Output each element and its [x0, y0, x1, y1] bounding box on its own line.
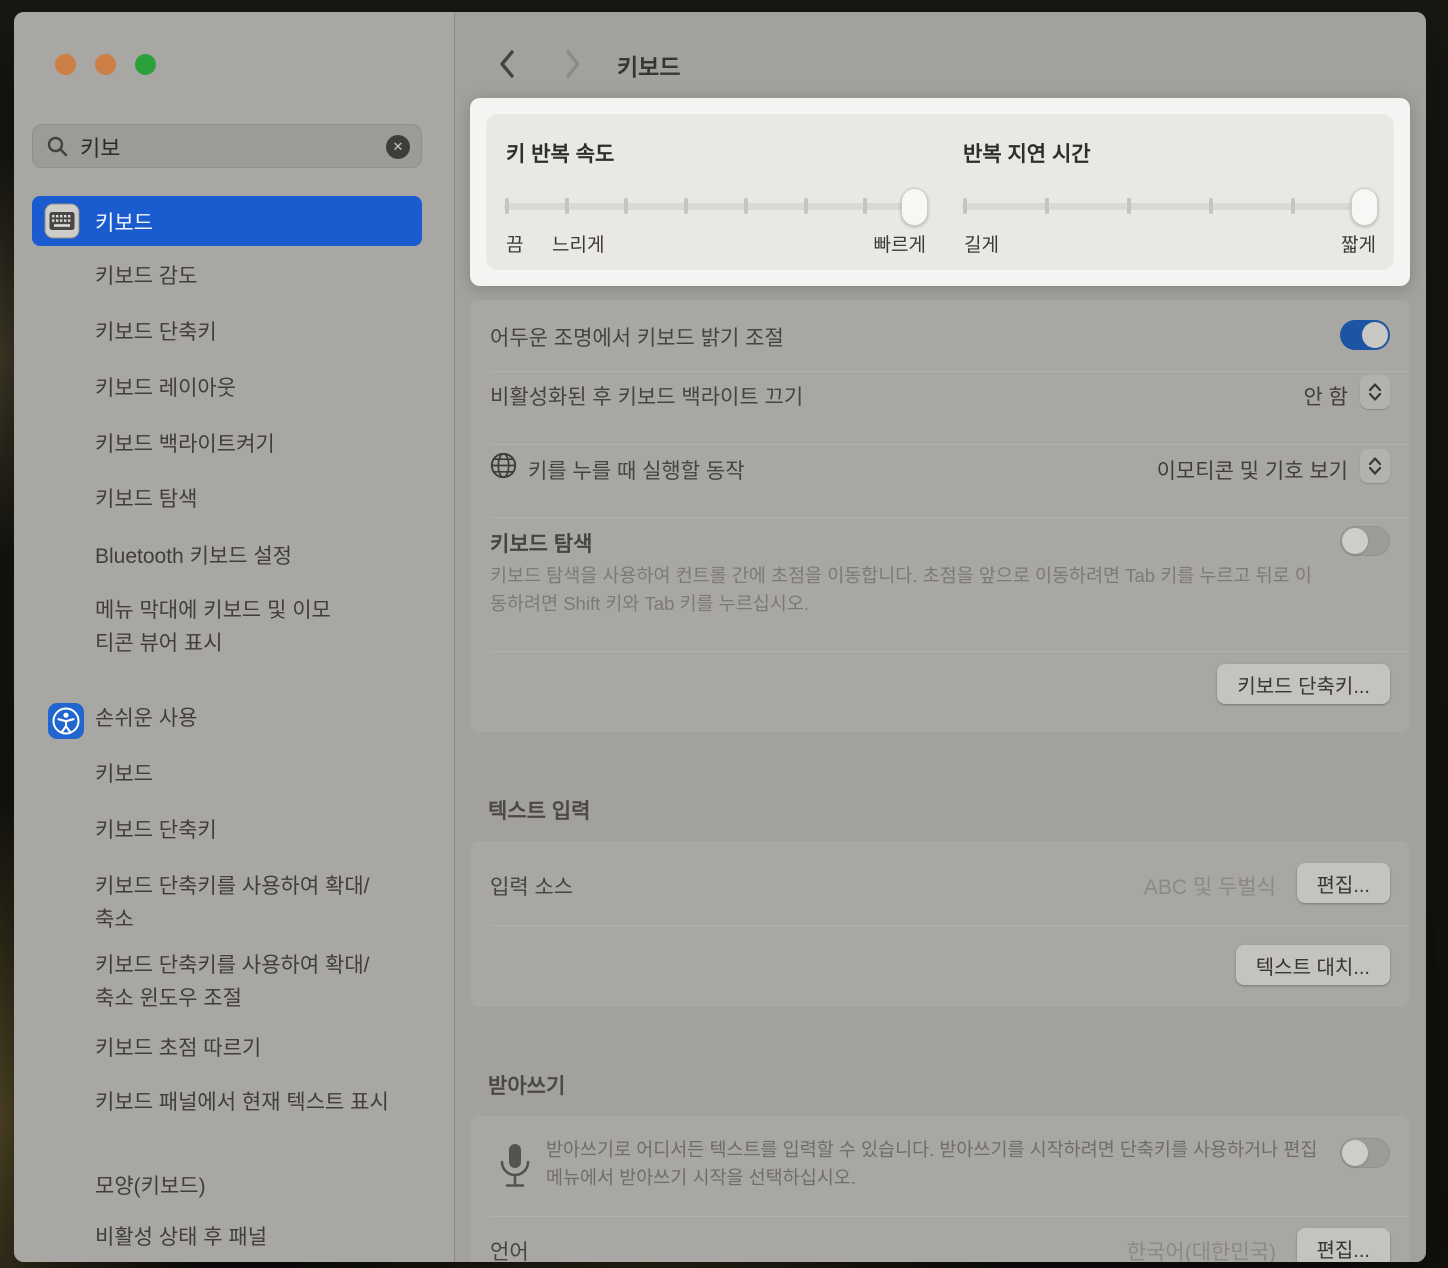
keyboard-nav-label: 키보드 탐색 [490, 528, 592, 558]
text-input-section-title: 텍스트 입력 [488, 795, 590, 825]
sidebar-item-menubar-viewer[interactable]: 메뉴 막대에 키보드 및 이모티콘 뷰어 표시 [95, 594, 341, 660]
keyboard-nav-toggle[interactable] [1340, 526, 1390, 556]
sidebar-item-a11y-zoom-shortcuts[interactable]: 키보드 단축키를 사용하여 확대/축소 [95, 870, 381, 936]
microphone-icon [498, 1142, 532, 1190]
key-repeat-slider-handle[interactable] [901, 188, 928, 226]
key-repeat-card: 키 반복 속도 끔 느리게 빠르게 반복 지연 시간 [486, 114, 1394, 270]
dictation-language-value: 한국어(대한민국) [1127, 1236, 1276, 1262]
key-repeat-slider[interactable] [504, 188, 928, 226]
key-repeat-panel: 키 반복 속도 끔 느리게 빠르게 반복 지연 시간 [470, 98, 1410, 286]
sidebar-item-a11y-inactive-panel[interactable]: 비활성 상태 후 패널 [95, 1224, 267, 1252]
dictation-card: 받아쓰기로 어디서든 텍스트를 입력할 수 있습니다. 받아쓰기를 시작하려면 … [470, 1116, 1410, 1262]
keyboard-shortcuts-button[interactable]: 키보드 단축키... [1217, 664, 1390, 704]
keyboard-icon [44, 203, 80, 239]
input-source-label: 입력 소스 [490, 871, 573, 901]
input-source-edit-button[interactable]: 편집... [1297, 863, 1390, 903]
sidebar-item-a11y-keyboard[interactable]: 키보드 [95, 761, 153, 789]
brightness-label: 어두운 조명에서 키보드 밝기 조절 [490, 322, 784, 352]
sidebar-item-a11y-focus-follow[interactable]: 키보드 초점 따르기 [95, 1035, 261, 1063]
keyboard-nav-description: 키보드 탐색을 사용하여 컨트롤 간에 초점을 이동합니다. 초점을 앞으로 이… [490, 562, 1320, 618]
dictation-description: 받아쓰기로 어디서든 텍스트를 입력할 수 있습니다. 받아쓰기를 시작하려면 … [546, 1136, 1332, 1192]
repeat-delay-slider[interactable] [962, 188, 1378, 226]
backlight-off-value: 안 함 [1304, 381, 1348, 411]
close-window-button[interactable] [55, 54, 76, 75]
sidebar-item-a11y-panel-text[interactable]: 키보드 패널에서 현재 텍스트 표시 [95, 1086, 407, 1119]
repeat-delay-slider-handle[interactable] [1351, 188, 1378, 226]
dictation-section-title: 받아쓰기 [488, 1070, 565, 1100]
input-source-value: ABC 및 두벌식 [1144, 871, 1276, 901]
sidebar: ✕ 키보드 키보드 감도 키보드 단축키 키보드 레이아웃 키보드 백라이트켜기… [14, 12, 455, 1262]
sidebar-item-accessibility[interactable]: 손쉬운 사용 [95, 705, 197, 733]
sidebar-item-keyboard-navigation[interactable]: 키보드 탐색 [95, 486, 197, 514]
backlight-off-label: 비활성화된 후 키보드 백라이트 끄기 [490, 381, 803, 411]
minimize-window-button[interactable] [95, 54, 116, 75]
globe-key-value: 이모티콘 및 기호 보기 [1157, 455, 1348, 485]
key-repeat-marks: 끔 느리게 빠르게 [504, 230, 928, 254]
forward-icon[interactable] [563, 49, 583, 79]
sidebar-item-keyboard-sensitivity[interactable]: 키보드 감도 [95, 263, 197, 291]
dictation-language-edit-button[interactable]: 편집... [1297, 1228, 1390, 1262]
sidebar-item-bluetooth-keyboard[interactable]: Bluetooth 키보드 설정 [95, 543, 292, 571]
sidebar-item-a11y-zoom-window[interactable]: 키보드 단축키를 사용하여 확대/축소 윈도우 조절 [95, 949, 381, 1015]
globe-key-stepper[interactable] [1360, 449, 1390, 483]
sidebar-item-keyboard-shortcuts[interactable]: 키보드 단축키 [95, 319, 217, 347]
accessibility-icon [48, 703, 84, 739]
window-controls [55, 54, 156, 75]
text-input-card: 입력 소스 ABC 및 두벌식 편집... 텍스트 대치... [470, 841, 1410, 1007]
chevron-up-down-icon [1368, 382, 1382, 402]
keyboard-settings-card: 어두운 조명에서 키보드 밝기 조절 비활성화된 후 키보드 백라이트 끄기 안… [470, 300, 1410, 732]
repeat-delay-label: 반복 지연 시간 [963, 138, 1091, 168]
backlight-off-stepper[interactable] [1360, 375, 1390, 409]
dictation-toggle[interactable] [1340, 1138, 1390, 1168]
sidebar-item-keyboard[interactable]: 키보드 [32, 196, 422, 246]
search-icon [46, 135, 69, 158]
sidebar-search-field[interactable]: ✕ [32, 124, 422, 168]
zoom-window-button[interactable] [135, 54, 156, 75]
dictation-language-label: 언어 [490, 1236, 529, 1262]
back-icon[interactable] [497, 49, 517, 79]
search-input[interactable] [80, 132, 370, 162]
chevron-up-down-icon [1368, 456, 1382, 476]
page-title: 키보드 [617, 48, 680, 82]
sidebar-item-keyboard-backlight[interactable]: 키보드 백라이트켜기 [95, 431, 275, 459]
sidebar-item-a11y-appearance[interactable]: 모양(키보드) [95, 1173, 206, 1201]
key-repeat-label: 키 반복 속도 [506, 138, 614, 168]
sidebar-item-a11y-shortcuts[interactable]: 키보드 단축키 [95, 817, 217, 845]
content-pane: 키보드 키 반복 속도 끔 느리게 빠르게 반복 지연 [455, 12, 1426, 1262]
sidebar-item-keyboard-layouts[interactable]: 키보드 레이아웃 [95, 375, 236, 403]
brightness-toggle[interactable] [1340, 320, 1390, 350]
text-replacements-button[interactable]: 텍스트 대치... [1236, 945, 1390, 985]
globe-icon [490, 452, 517, 479]
clear-search-icon[interactable]: ✕ [386, 135, 410, 159]
sidebar-item-label: 키보드 [95, 207, 153, 237]
system-settings-window: ✕ 키보드 키보드 감도 키보드 단축키 키보드 레이아웃 키보드 백라이트켜기… [14, 12, 1426, 1262]
repeat-delay-marks: 길게 짧게 [962, 230, 1378, 254]
globe-key-label: 키를 누를 때 실행할 동작 [528, 455, 745, 485]
